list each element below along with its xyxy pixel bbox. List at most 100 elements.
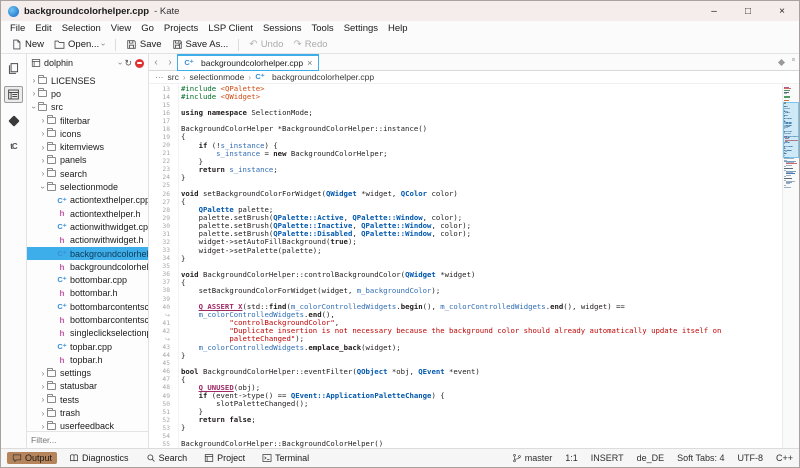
tree-item-actionwithwidget-cpp[interactable]: C⁺actionwithwidget.cpp <box>27 220 148 233</box>
sidebar-tool-git[interactable] <box>4 112 23 129</box>
code-area[interactable]: 13#include <QPalette>14#include <QWidget… <box>149 84 782 448</box>
tree-item-tests[interactable]: ›tests <box>27 393 148 406</box>
menu-help[interactable]: Help <box>383 23 413 34</box>
history-back-button[interactable]: ‹ <box>149 54 163 70</box>
breadcrumb-segment-selectionmode[interactable]: selectionmode <box>190 72 245 82</box>
menu-edit[interactable]: Edit <box>30 23 56 34</box>
code-line[interactable]: 24} <box>149 174 782 182</box>
status-tab-mode[interactable]: Soft Tabs: 4 <box>677 453 724 463</box>
code-line[interactable]: 44} <box>149 352 782 360</box>
toolview-search[interactable]: Search <box>141 452 193 464</box>
tree-item-topbar-h[interactable]: htopbar.h <box>27 353 148 366</box>
project-name[interactable]: dolphin <box>44 58 116 68</box>
tree-item-filterbar[interactable]: ›filterbar <box>27 114 148 127</box>
code-line[interactable]: 26void setBackgroundColorForWidget(QWidg… <box>149 190 782 198</box>
menu-tools[interactable]: Tools <box>307 23 339 34</box>
status-highlight-mode[interactable]: C++ <box>776 453 793 463</box>
tree-item-po[interactable]: ›po <box>27 87 148 100</box>
expand-icon[interactable]: › <box>39 129 47 138</box>
expand-icon[interactable]: › <box>39 116 47 125</box>
expand-icon[interactable]: › <box>30 89 38 98</box>
status-git-branch[interactable]: master <box>512 453 553 463</box>
maximize-button[interactable]: □ <box>731 1 765 21</box>
tree-item-selectionmode[interactable]: ›selectionmode <box>27 180 148 193</box>
code-line[interactable]: 50 slotPaletteChanged(); <box>149 400 782 408</box>
toolview-output[interactable]: Output <box>7 452 57 464</box>
code-line[interactable]: 14#include <QWidget> <box>149 93 782 101</box>
toolview-terminal[interactable]: Terminal <box>257 452 314 464</box>
expand-icon[interactable]: › <box>30 76 38 85</box>
minimap-viewport[interactable] <box>783 102 799 158</box>
tab-close-icon[interactable]: × <box>307 58 312 68</box>
code-line[interactable]: 55BackgroundColorHelper::BackgroundColor… <box>149 440 782 448</box>
code-line[interactable]: 16using namespace SelectionMode; <box>149 109 782 117</box>
tree-item-bottombarcontentscont[interactable]: C⁺bottombarcontentscont... <box>27 300 148 313</box>
minimize-button[interactable]: – <box>697 1 731 21</box>
status-dictionary[interactable]: de_DE <box>637 453 665 463</box>
tree-item-statusbar[interactable]: ›statusbar <box>27 380 148 393</box>
menu-file[interactable]: File <box>5 23 30 34</box>
code-line[interactable]: 21 s_instance = new BackgroundColorHelpe… <box>149 150 782 158</box>
code-line[interactable]: 46bool BackgroundColorHelper::eventFilte… <box>149 368 782 376</box>
expand-icon[interactable]: › <box>39 143 47 152</box>
tree-item-backgroundcolorhelper-c[interactable]: C⁺backgroundcolorhelper.c... <box>27 247 148 260</box>
history-forward-button[interactable]: › <box>163 54 177 70</box>
code-line[interactable]: 18BackgroundColorHelper *BackgroundColor… <box>149 125 782 133</box>
tree-item-topbar-cpp[interactable]: C⁺topbar.cpp <box>27 340 148 353</box>
menu-lsp-client[interactable]: LSP Client <box>203 23 258 34</box>
undo-button[interactable]: ↶Undo <box>245 38 287 51</box>
expand-icon[interactable]: › <box>39 369 47 378</box>
save-button[interactable]: Save <box>122 38 166 51</box>
sidebar-tool-projects[interactable] <box>4 86 23 103</box>
tree-item-licenses[interactable]: ›LICENSES <box>27 74 148 87</box>
tree-item-bottombarcontentscont[interactable]: hbottombarcontentscont... <box>27 313 148 326</box>
tree-item-src[interactable]: ›src <box>27 101 148 114</box>
project-refresh-button[interactable]: ↻ <box>124 58 132 69</box>
open-dropdown-icon[interactable]: › <box>99 43 108 46</box>
tree-item-backgroundcolorhelper-h[interactable]: hbackgroundcolorhelper.h <box>27 260 148 273</box>
minimap-scrollbar[interactable] <box>782 84 799 448</box>
project-dropdown-icon[interactable]: › <box>116 62 125 65</box>
expand-icon[interactable]: › <box>39 422 47 431</box>
redo-button[interactable]: ↷Redo <box>289 38 331 51</box>
expand-icon[interactable]: › <box>39 409 47 418</box>
close-button[interactable]: × <box>765 1 799 21</box>
save-as-button[interactable]: Save As... <box>168 38 233 51</box>
menu-selection[interactable]: Selection <box>57 23 106 34</box>
expand-icon[interactable]: › <box>39 169 47 178</box>
code-line[interactable]: 36void BackgroundColorHelper::controlBac… <box>149 271 782 279</box>
code-line[interactable]: 52 return false; <box>149 416 782 424</box>
quick-open-icon[interactable] <box>775 54 788 70</box>
code-line[interactable]: 23 return s_instance; <box>149 166 782 174</box>
open-button[interactable]: Open...› <box>50 38 109 51</box>
breadcrumb-segment-src[interactable]: src <box>168 72 179 82</box>
code-line[interactable]: 33 widget->setPalette(palette); <box>149 247 782 255</box>
new-button[interactable]: New <box>7 38 48 51</box>
menu-sessions[interactable]: Sessions <box>258 23 307 34</box>
tree-item-search[interactable]: ›search <box>27 167 148 180</box>
menu-settings[interactable]: Settings <box>339 23 383 34</box>
tree-item-actionwithwidget-h[interactable]: hactionwithwidget.h <box>27 234 148 247</box>
toolview-diagnostics[interactable]: Diagnostics <box>64 452 134 464</box>
split-view-button[interactable] <box>788 54 799 65</box>
project-stop-icon[interactable] <box>135 59 144 68</box>
status-cursor-position[interactable]: 1:1 <box>565 453 578 463</box>
menu-projects[interactable]: Projects <box>159 23 203 34</box>
status-encoding[interactable]: UTF-8 <box>737 453 763 463</box>
code-line[interactable]: 34} <box>149 255 782 263</box>
tree-item-icons[interactable]: ›icons <box>27 127 148 140</box>
tree-item-panels[interactable]: ›panels <box>27 154 148 167</box>
sidebar-tool-documents[interactable] <box>4 60 23 77</box>
sidebar-tool-symbols[interactable]: tC <box>4 138 23 155</box>
tree-item-kitemviews[interactable]: ›kitemviews <box>27 140 148 153</box>
toolview-project[interactable]: Project <box>199 452 250 464</box>
expand-icon[interactable]: › <box>39 395 47 404</box>
code-line[interactable]: 43 m_colorControlledWidgets.emplace_back… <box>149 344 782 352</box>
tree-item-userfeedback[interactable]: ›userfeedback <box>27 420 148 431</box>
tree-item-settings[interactable]: ›settings <box>27 367 148 380</box>
tree-item-actiontexthelper-h[interactable]: hactiontexthelper.h <box>27 207 148 220</box>
expand-icon[interactable]: › <box>39 156 47 165</box>
breadcrumb-segment-backgroundcolorhelper-cpp[interactable]: backgroundcolorhelper.cpp <box>272 72 374 82</box>
menu-go[interactable]: Go <box>136 23 159 34</box>
tree-item-trash[interactable]: ›trash <box>27 406 148 419</box>
